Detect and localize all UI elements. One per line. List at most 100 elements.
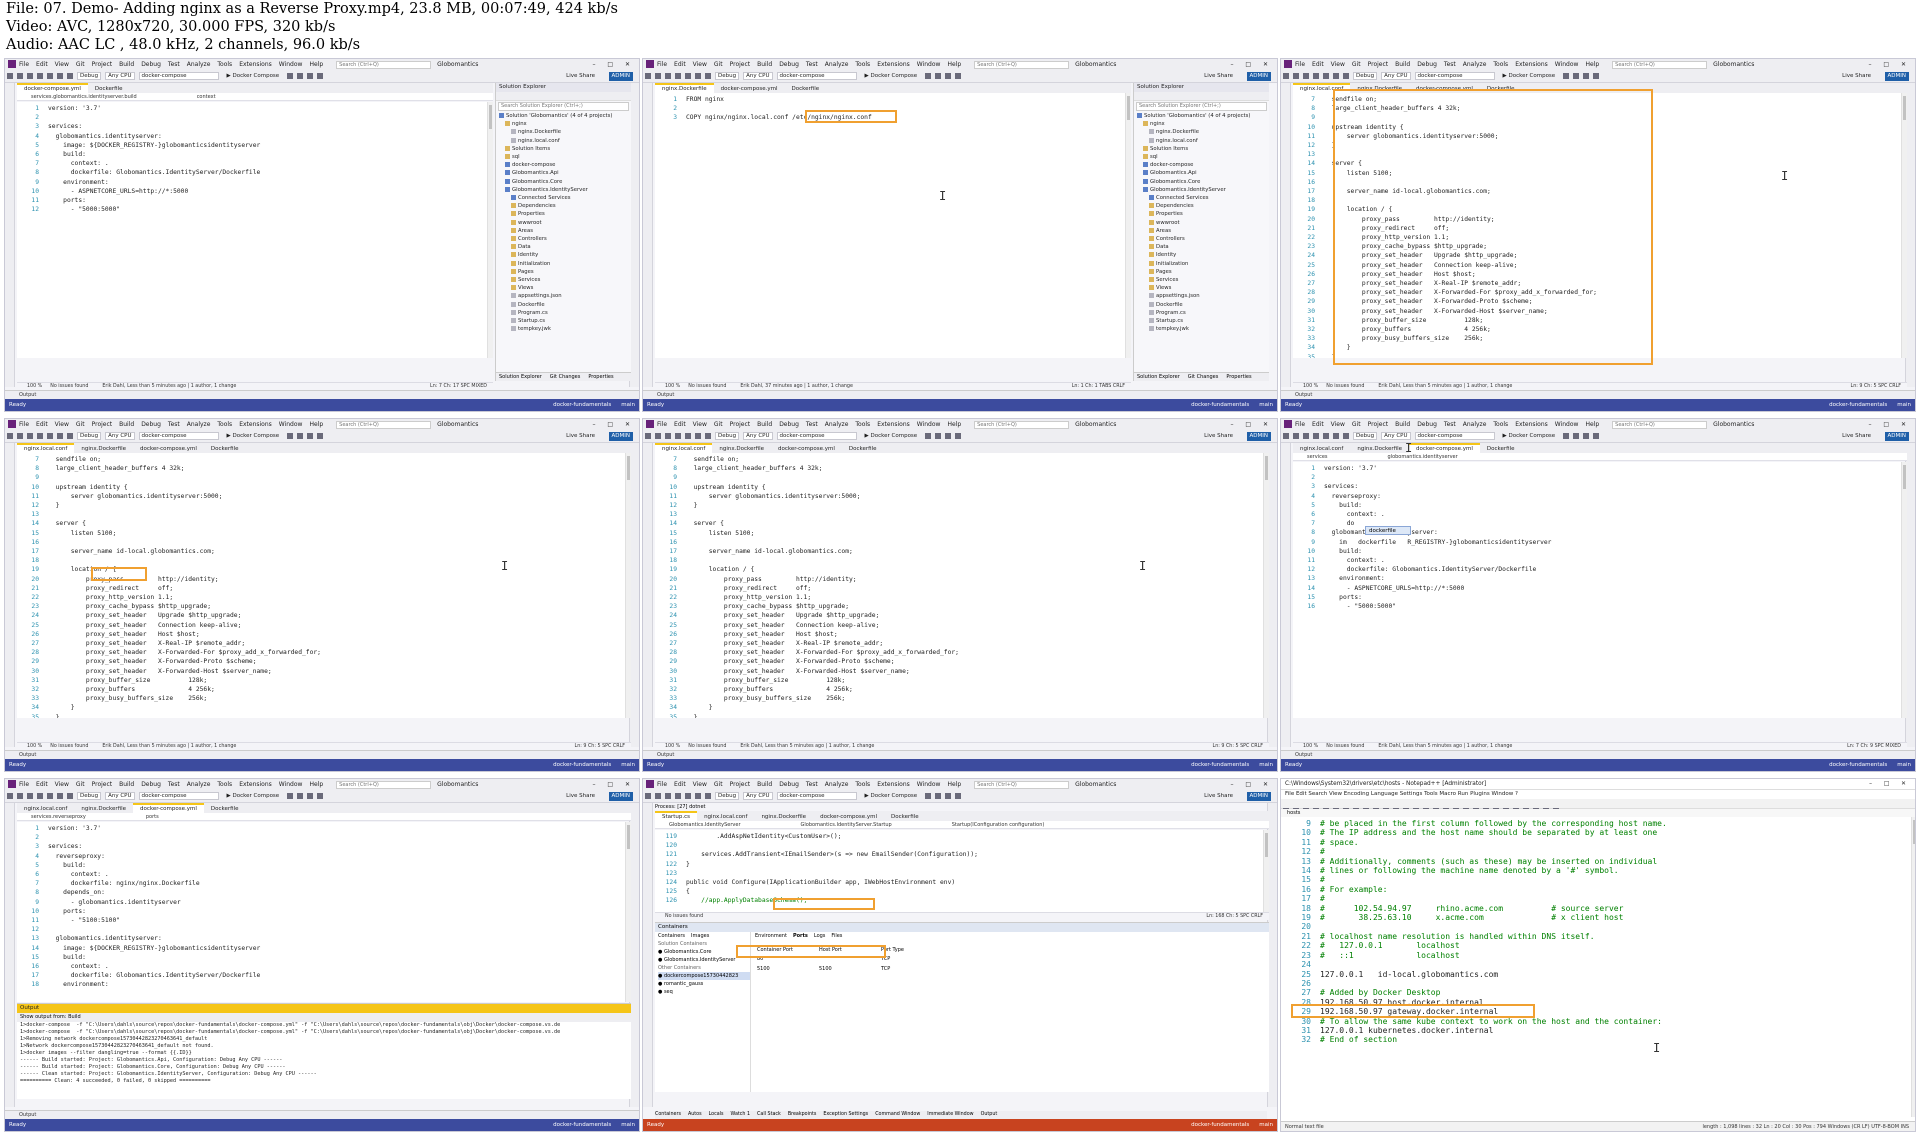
redo-icon[interactable] — [67, 72, 73, 79]
scroll-thumb[interactable] — [1127, 96, 1130, 120]
menu-item-analyze[interactable]: Analyze — [187, 61, 211, 68]
fire-icon[interactable] — [297, 792, 304, 799]
navigation-bar[interactable]: services.reverseproxy ports — [17, 813, 631, 821]
menu-item-git[interactable]: Git — [714, 421, 723, 428]
menu-item-view[interactable]: View — [693, 421, 707, 428]
git-branch-main[interactable]: main — [621, 762, 635, 768]
editor-scrollbar[interactable] — [1901, 462, 1907, 718]
git-branch-main[interactable]: main — [1259, 402, 1273, 408]
menu-item-test[interactable]: Test — [1444, 421, 1456, 428]
solution-footer-tab[interactable]: Properties — [1226, 374, 1251, 380]
port-row[interactable]: 5100 5100 TCP — [755, 964, 941, 974]
code-editor[interactable]: 119 .AddAspNetIdentity<CustomUser>(); 120… — [655, 830, 1269, 912]
new-icon[interactable] — [665, 432, 671, 439]
menu-item-tools[interactable]: Tools — [217, 421, 232, 428]
output-panel-header[interactable]: Output — [643, 390, 1277, 399]
refresh-icon[interactable] — [287, 432, 294, 439]
tree-item[interactable]: Globomantics.Core — [496, 178, 631, 186]
menu-item-git[interactable]: Git — [1352, 421, 1361, 428]
run-button[interactable]: ▶ Docker Compose — [865, 793, 918, 799]
scroll-thumb[interactable] — [1913, 820, 1915, 844]
detail-tab[interactable]: Files — [831, 933, 842, 939]
git-branch-main[interactable]: main — [1897, 762, 1911, 768]
tree-item[interactable]: Identity — [1134, 251, 1269, 259]
menu-item-help[interactable]: Help — [309, 781, 323, 788]
breakpoint-icon[interactable] — [317, 72, 324, 79]
tree-item[interactable]: nginx.Dockerfile — [496, 128, 631, 136]
container-item[interactable]: ● dockercompose15730442823 — [658, 972, 750, 980]
tree-item[interactable]: Properties — [496, 210, 631, 218]
menu-item-file[interactable]: File — [19, 421, 29, 428]
tab-dockerfile[interactable]: Dockerfile — [1480, 84, 1522, 93]
tree-item[interactable]: Views — [1134, 284, 1269, 292]
menu-item-tools[interactable]: Tools — [855, 61, 870, 68]
tree-item[interactable]: nginx — [496, 120, 631, 128]
window-controls[interactable]: – □ ✕ — [592, 419, 635, 430]
platform-dropdown[interactable]: Any CPU — [743, 71, 773, 80]
menu-item-help[interactable]: Help — [1585, 421, 1599, 428]
branch-indicator[interactable]: docker-fundamentals — [553, 1122, 611, 1128]
tree-item[interactable]: Views — [496, 284, 631, 292]
config-dropdown[interactable]: Debug — [77, 71, 102, 80]
branch-indicator[interactable]: docker-fundamentals — [1191, 1122, 1249, 1128]
live-share-button[interactable]: Live Share — [1842, 430, 1871, 442]
zoom-level[interactable]: 100 % — [1303, 744, 1318, 749]
detail-tab[interactable]: Environment — [755, 933, 787, 939]
window-controls[interactable]: – □ ✕ — [1230, 779, 1273, 790]
platform-dropdown[interactable]: Any CPU — [1381, 71, 1411, 80]
run-button[interactable]: ▶ Docker Compose — [227, 73, 280, 79]
fire-icon[interactable] — [935, 432, 942, 439]
issues-indicator[interactable]: No issues found — [688, 384, 726, 389]
save-icon[interactable] — [1313, 432, 1319, 439]
zoom-level[interactable]: 100 % — [1303, 384, 1318, 389]
container-item[interactable]: ● seq — [658, 988, 750, 996]
nav-dropdown[interactable]: Globomantics.IdentityServer.Startup — [801, 822, 892, 828]
tree-item[interactable]: Globomantics.Core — [1134, 178, 1269, 186]
save-all-icon[interactable] — [685, 72, 691, 79]
tree-item[interactable]: tempkey.jwk — [1134, 325, 1269, 333]
output-panel-header[interactable]: Output — [1281, 390, 1915, 399]
menu-item-git[interactable]: Git — [714, 781, 723, 788]
tree-item[interactable]: tempkey.jwk — [496, 325, 631, 333]
breakpoint-icon[interactable] — [1593, 72, 1600, 79]
menu-item-view[interactable]: View — [55, 781, 69, 788]
menu-item-extensions[interactable]: Extensions — [239, 61, 272, 68]
menu-item-extensions[interactable]: Extensions — [239, 421, 272, 428]
menu-item-edit[interactable]: Edit — [36, 61, 48, 68]
menu-item-edit[interactable]: Edit — [36, 421, 48, 428]
forward-icon[interactable] — [17, 792, 23, 799]
camera-icon[interactable] — [307, 792, 314, 799]
solution-footer-tab[interactable]: Git Changes — [550, 374, 581, 380]
new-icon[interactable] — [1303, 432, 1309, 439]
startup-dropdown[interactable]: docker-compose — [776, 71, 857, 80]
solution-footer-tab[interactable]: Solution Explorer — [1137, 374, 1180, 380]
startup-dropdown[interactable]: docker-compose — [138, 791, 219, 800]
tab-dockerfile[interactable]: Dockerfile — [785, 84, 827, 93]
tree-item[interactable]: Dependencies — [1134, 202, 1269, 210]
save-all-icon[interactable] — [47, 72, 53, 79]
tree-item[interactable]: Pages — [1134, 268, 1269, 276]
scroll-thumb[interactable] — [1903, 465, 1906, 489]
breakpoint-icon[interactable] — [1593, 432, 1600, 439]
git-branch-main[interactable]: main — [621, 1122, 635, 1128]
menu-item-build[interactable]: Build — [757, 781, 772, 788]
menu-item-window[interactable]: Window — [279, 781, 303, 788]
menu-item-help[interactable]: Help — [947, 781, 961, 788]
issues-indicator[interactable]: No issues found — [1326, 384, 1364, 389]
tab-docker-compose-yml[interactable]: docker-compose.yml — [1409, 84, 1480, 93]
solution-footer-tab[interactable]: Properties — [588, 374, 613, 380]
debug-tab[interactable]: Immediate Window — [927, 1112, 973, 1117]
redo-icon[interactable] — [67, 792, 73, 799]
tab-nginx-local-conf[interactable]: nginx.local.conf — [1293, 83, 1351, 93]
tree-item[interactable]: Dockerfile — [1134, 301, 1269, 309]
tree-item[interactable]: Initialization — [496, 260, 631, 268]
menu-item-extensions[interactable]: Extensions — [1515, 61, 1548, 68]
platform-dropdown[interactable]: Any CPU — [1381, 431, 1411, 440]
menu-item-tools[interactable]: Tools — [217, 61, 232, 68]
refresh-icon[interactable] — [1563, 432, 1570, 439]
menu-item-edit[interactable]: Edit — [1312, 421, 1324, 428]
menu-item-test[interactable]: Test — [1444, 61, 1456, 68]
menu-item-help[interactable]: Help — [1585, 61, 1599, 68]
tab-nginx-local-conf[interactable]: nginx.local.conf — [17, 443, 75, 453]
search-input[interactable]: Search (Ctrl+Q) — [1612, 60, 1708, 69]
